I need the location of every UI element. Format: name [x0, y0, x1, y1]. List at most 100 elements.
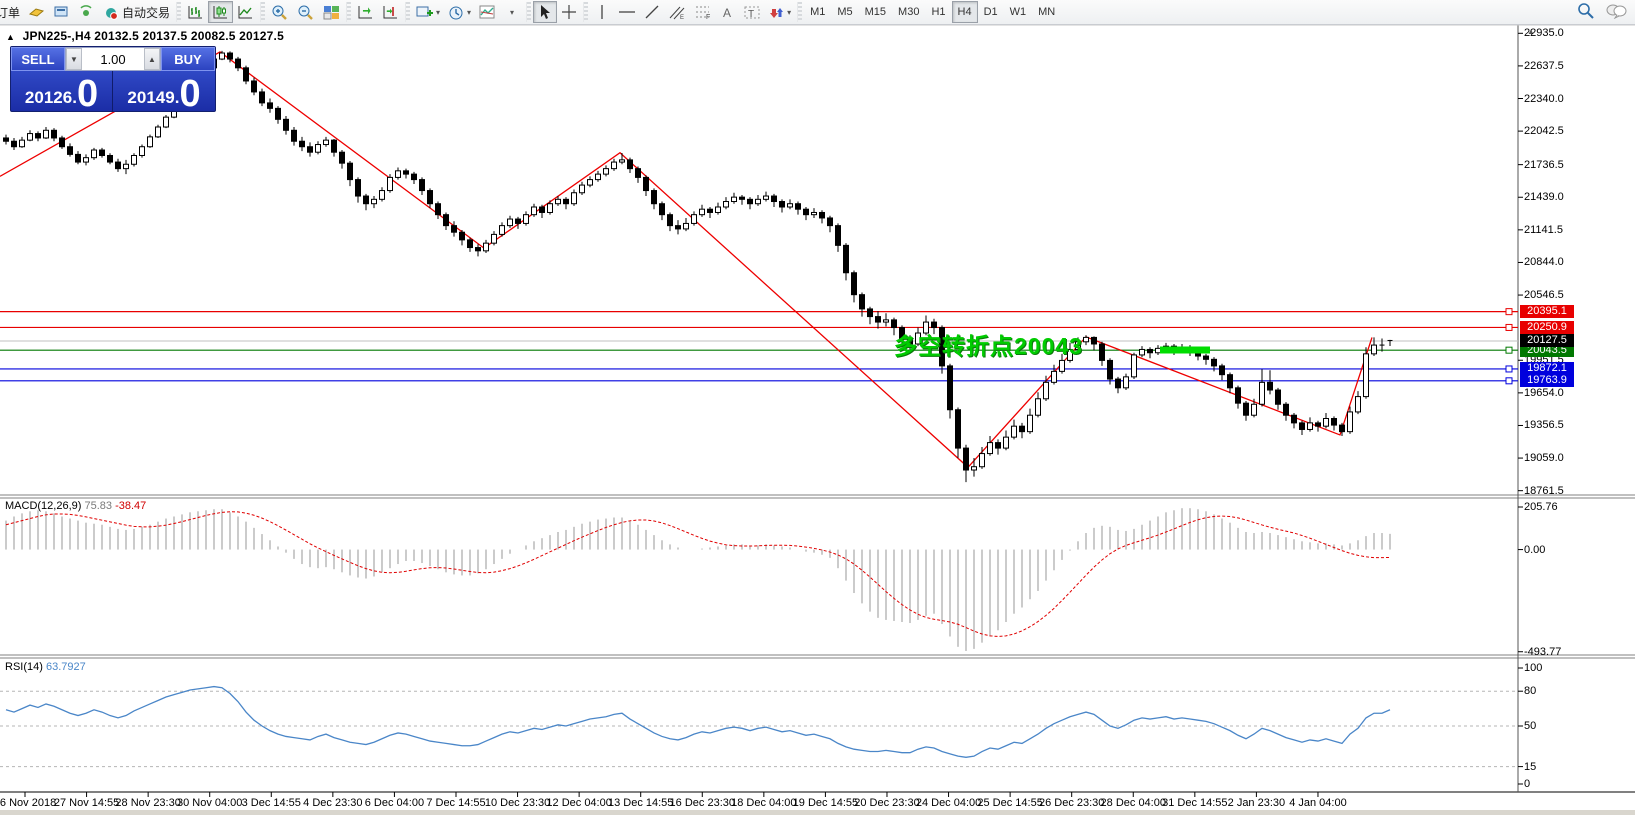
equidistant-channel-tool-icon[interactable]: E	[664, 1, 690, 23]
time-axis-label: 6 Dec 04:00	[365, 797, 424, 809]
horizontal-line-tool-icon[interactable]	[614, 1, 640, 23]
time-axis-label: 4 Jan 04:00	[1289, 797, 1347, 809]
time-axis-label: 12 Dec 04:00	[546, 797, 611, 809]
time-axis-label: 16 Dec 23:30	[670, 797, 735, 809]
volume-decrease-button[interactable]: ▼	[66, 48, 82, 70]
axis-ticks	[25, 33, 1523, 797]
zoom-out-icon[interactable]	[293, 1, 319, 23]
zoom-in-icon[interactable]	[267, 1, 293, 23]
new-chart-button[interactable]: ▾	[412, 1, 444, 23]
time-axis-label: 19 Dec 14:55	[793, 797, 858, 809]
timeframe-m5[interactable]: M5	[831, 1, 858, 23]
auto-scroll-icon[interactable]	[353, 1, 378, 23]
time-axis-label: 7 Dec 14:55	[426, 797, 485, 809]
fibonacci-tool-icon[interactable]: F	[690, 1, 716, 23]
macd-signal-value: -38.47	[115, 500, 146, 512]
period-button[interactable]: ▾	[444, 1, 475, 23]
wallet-icon[interactable]	[24, 1, 49, 23]
svg-text:E: E	[680, 15, 684, 20]
time-axis-label: 13 Dec 14:55	[608, 797, 673, 809]
buy-price-pips: 0	[179, 79, 200, 109]
time-axis-label: 27 Nov 14:55	[54, 797, 119, 809]
toolbar-separator	[260, 2, 265, 22]
chevron-down-icon: ▾	[436, 8, 440, 17]
vertical-line-tool-icon[interactable]	[590, 1, 614, 23]
price-axis-tick: 21141.5	[1524, 224, 1563, 236]
chart-canvas[interactable]	[0, 25, 1635, 815]
volume-increase-button[interactable]: ▲	[144, 48, 160, 70]
timeframe-h1[interactable]: H1	[925, 1, 951, 23]
sell-button[interactable]: SELL	[11, 47, 65, 71]
market-watch-icon[interactable]	[49, 1, 74, 23]
crosshair-tool-icon[interactable]	[557, 1, 581, 23]
price-axis-tick: 22340.0	[1524, 93, 1564, 105]
line-chart-type-icon[interactable]	[233, 1, 258, 23]
buy-price[interactable]: 20149 . 0	[113, 71, 215, 112]
candlestick-chart-type-icon[interactable]	[208, 1, 233, 23]
time-axis-label: 28 Dec 04:00	[1101, 797, 1166, 809]
sell-price[interactable]: 20126 . 0	[11, 71, 113, 112]
toolbar-separator	[526, 2, 531, 22]
chart-shift-icon[interactable]	[378, 1, 403, 23]
macd-label: MACD(12,26,9) 75.83 -38.47	[5, 500, 146, 512]
rsi-axis-tick: 50	[1524, 720, 1536, 732]
timeframe-mn[interactable]: MN	[1032, 1, 1061, 23]
macd-axis-tick: -493.77	[1524, 646, 1561, 658]
main-toolbar: 订单 自动交易	[0, 0, 1635, 25]
time-axis-label: 28 Nov 23:30	[115, 797, 180, 809]
buy-label: BUY	[174, 52, 201, 67]
horizontal-lines[interactable]	[0, 309, 1518, 384]
chevron-down-icon: ▾	[510, 8, 514, 17]
macd-pane	[6, 508, 1390, 651]
chart-symbol: JPN225-,H4	[23, 29, 91, 43]
collapse-panel-icon[interactable]: ▲	[6, 32, 15, 42]
timeframe-toolbar: M1M5M15M30H1H4D1W1MN	[804, 1, 1061, 23]
chat-icon[interactable]	[1605, 3, 1627, 22]
toolbar-separator	[583, 2, 588, 22]
timeframe-m15[interactable]: M15	[859, 1, 892, 23]
time-axis-label: 31 Dec 14:55	[1162, 797, 1227, 809]
autotrading-button[interactable]: 自动交易	[99, 1, 174, 23]
timeframe-m1[interactable]: M1	[804, 1, 831, 23]
indicators-button[interactable]	[475, 1, 500, 23]
tile-windows-icon[interactable]	[319, 1, 344, 23]
line-price-tag: 20395.1	[1520, 305, 1574, 318]
zigzag-indicator[interactable]	[0, 52, 1372, 467]
buy-button[interactable]: BUY	[161, 47, 215, 71]
price-axis-tick: 22637.5	[1524, 60, 1564, 72]
new-order-button[interactable]: 订单	[0, 1, 24, 23]
arrows-tool-button[interactable]: ▾	[764, 1, 795, 23]
time-axis-label: 24 Dec 04:00	[916, 797, 981, 809]
toolbar-overflow-button[interactable]: ▾	[500, 1, 524, 23]
metatrader-window: 订单 自动交易	[0, 0, 1635, 815]
timeframe-d1[interactable]: D1	[978, 1, 1004, 23]
timeframe-h4[interactable]: H4	[952, 1, 978, 23]
bar-chart-type-icon[interactable]	[183, 1, 208, 23]
time-axis-label: 26 Nov 2018	[0, 797, 56, 809]
candlesticks	[4, 51, 1393, 482]
volume-value[interactable]: 1.00	[82, 52, 144, 67]
rsi-line	[6, 687, 1390, 758]
price-axis-tick: 22935.0	[1524, 27, 1564, 39]
window-bottom-strip	[0, 810, 1635, 815]
current-price-tag: 20127.5	[1520, 334, 1574, 347]
time-axis-label: 26 Dec 23:30	[1039, 797, 1104, 809]
timeframe-m30[interactable]: M30	[892, 1, 925, 23]
timeframe-w1[interactable]: W1	[1004, 1, 1033, 23]
chart-ohlc: 20132.5 20137.5 20082.5 20127.5	[94, 29, 284, 43]
chevron-down-icon: ▾	[787, 8, 791, 17]
search-icon[interactable]	[1577, 2, 1595, 22]
text-tool-icon[interactable]: A	[716, 1, 740, 23]
price-axis-tick: 22042.5	[1524, 125, 1564, 137]
price-axis-tick: 20844.0	[1524, 256, 1564, 268]
rsi-label: RSI(14) 63.7927	[5, 661, 86, 673]
rsi-axis-tick: 80	[1524, 685, 1536, 697]
toolbar-separator	[797, 2, 802, 22]
svg-text:F: F	[706, 14, 710, 20]
signals-icon[interactable]	[74, 1, 99, 23]
cursor-tool-icon[interactable]	[533, 1, 557, 23]
toolbar-separator	[346, 2, 351, 22]
autotrading-label: 自动交易	[122, 4, 170, 21]
trendline-tool-icon[interactable]	[640, 1, 664, 23]
text-label-tool-icon[interactable]: T	[740, 1, 764, 23]
